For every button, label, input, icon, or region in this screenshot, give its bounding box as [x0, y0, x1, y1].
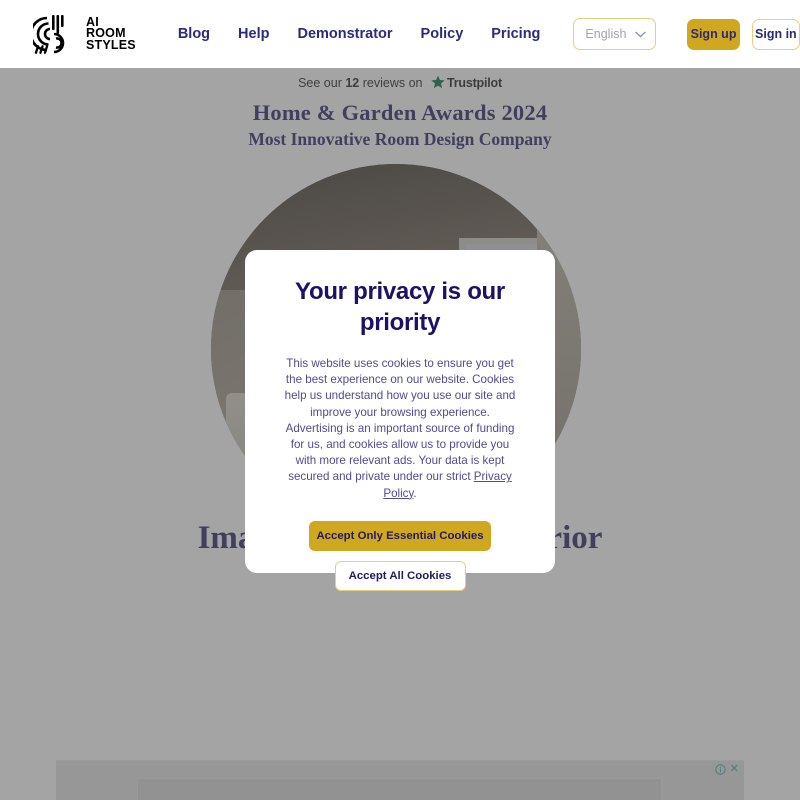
cookie-consent-modal: Your privacy is our priority This websit…	[245, 250, 555, 591]
site-header: AI ROOM STYLES Blog Help Demonstrator Po…	[0, 0, 800, 68]
page-root: AI ROOM STYLES Blog Help Demonstrator Po…	[0, 0, 800, 800]
logo-wordmark: AI ROOM STYLES	[86, 16, 136, 52]
cookie-modal-title: Your privacy is our priority	[295, 278, 505, 336]
ai-room-styles-logo-mark	[33, 15, 65, 54]
nav-link-help[interactable]: Help	[238, 26, 269, 42]
ad-banner: ✕	[56, 760, 744, 800]
accept-all-cookies-button[interactable]: Accept All Cookies	[334, 560, 466, 591]
sign-in-button[interactable]: Sign in	[751, 18, 800, 50]
ad-controls: ✕	[715, 764, 739, 775]
chevron-down-icon	[635, 31, 646, 37]
nav-link-policy[interactable]: Policy	[421, 26, 464, 42]
nav-link-pricing[interactable]: Pricing	[491, 26, 540, 42]
logo-line-3: STYLES	[86, 37, 136, 52]
language-select-value: English	[585, 27, 627, 41]
cookie-modal-body: This website uses cookies to ensure you …	[267, 356, 533, 502]
nav-link-blog[interactable]: Blog	[178, 26, 210, 42]
cookie-modal-body-text: This website uses cookies to ensure you …	[284, 357, 516, 484]
cookie-modal-body-end: .	[413, 486, 417, 500]
adchoices-info-icon[interactable]	[715, 764, 726, 775]
language-select[interactable]: English	[573, 18, 657, 50]
ad-close-icon[interactable]: ✕	[730, 764, 739, 775]
site-logo[interactable]: AI ROOM STYLES	[33, 12, 136, 56]
sign-up-button[interactable]: Sign up	[687, 18, 740, 50]
nav-link-demonstrator[interactable]: Demonstrator	[297, 26, 392, 42]
ad-content-area[interactable]	[137, 778, 662, 800]
accept-essential-cookies-button[interactable]: Accept Only Essential Cookies	[309, 520, 491, 551]
main-navigation: Blog Help Demonstrator Policy Pricing	[178, 26, 541, 42]
